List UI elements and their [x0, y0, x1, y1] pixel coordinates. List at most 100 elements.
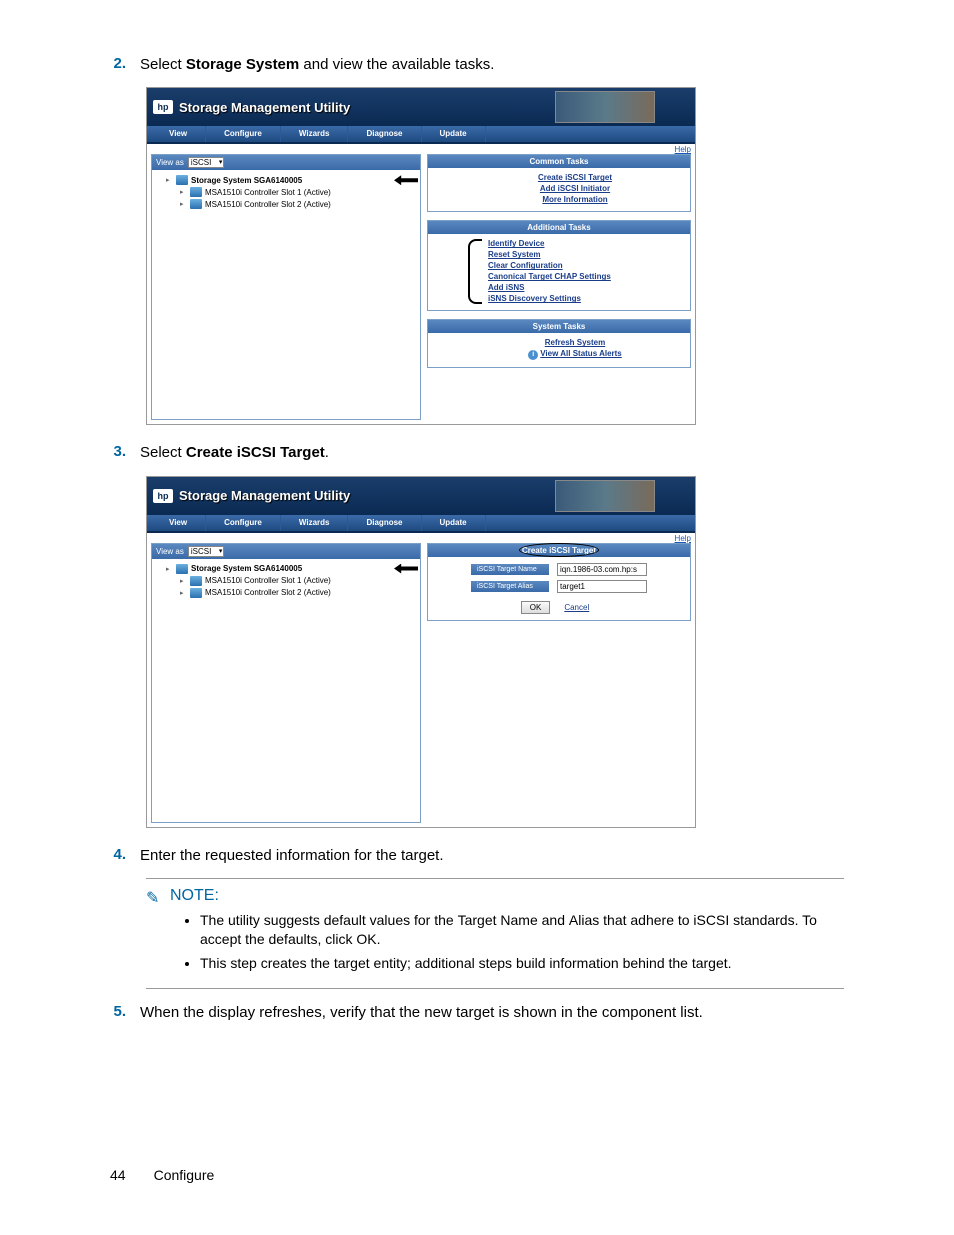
- tree-controller-2[interactable]: ▸ MSA1510i Controller Slot 2 (Active): [156, 587, 416, 599]
- row-target-alias: iSCSI Target Alias target1: [434, 580, 684, 593]
- step-number: 3.: [110, 443, 140, 463]
- step-number: 2.: [110, 55, 140, 75]
- tree-root[interactable]: ▸ Storage System SGA6140005: [156, 174, 416, 186]
- link-add-iscsi-initiator[interactable]: Add iSCSI Initiator: [468, 183, 682, 194]
- create-target-form: Create iSCSI Target iSCSI Target Name iq…: [427, 543, 691, 621]
- link-view-all-alerts[interactable]: iView All Status Alerts: [468, 348, 682, 361]
- cancel-button[interactable]: Cancel: [556, 601, 597, 614]
- section-name: Configure: [154, 1167, 215, 1183]
- expand-icon[interactable]: ▸: [180, 188, 187, 196]
- callout-bracket-icon: [468, 239, 482, 304]
- hp-logo-icon: hp: [153, 489, 173, 503]
- link-clear-configuration[interactable]: Clear Configuration: [488, 260, 682, 271]
- link-more-information[interactable]: More Information: [468, 194, 682, 205]
- page-number: 44: [110, 1167, 126, 1183]
- tree-root[interactable]: ▸ Storage System SGA6140005: [156, 563, 416, 575]
- link-identify-device[interactable]: Identify Device: [488, 238, 682, 249]
- step-text: When the display refreshes, verify that …: [140, 1003, 703, 1023]
- view-as-select[interactable]: iSCSI: [188, 546, 224, 557]
- view-as-bar: View as iSCSI: [152, 544, 420, 559]
- info-icon: i: [528, 350, 538, 360]
- link-create-iscsi-target[interactable]: Create iSCSI Target: [468, 172, 682, 183]
- tab-diagnose[interactable]: Diagnose: [348, 126, 421, 142]
- common-tasks-panel: Common Tasks Create iSCSI Target Add iSC…: [427, 154, 691, 212]
- expand-icon[interactable]: ▸: [180, 200, 187, 208]
- screenshot-tasks: hp Storage Management Utility View Confi…: [146, 87, 696, 425]
- tab-wizards[interactable]: Wizards: [281, 515, 349, 531]
- step-text: Enter the requested information for the …: [140, 846, 444, 866]
- system-icon: [176, 175, 188, 185]
- view-as-label: View as: [156, 158, 184, 167]
- callout-arrow-icon: [394, 175, 418, 185]
- panel-title: System Tasks: [428, 320, 690, 333]
- callout-arrow-icon: [394, 564, 418, 574]
- controller-icon: [190, 588, 202, 598]
- expand-icon[interactable]: ▸: [180, 577, 187, 585]
- tab-bar: View Configure Wizards Diagnose Update H…: [147, 126, 695, 144]
- controller-icon: [190, 576, 202, 586]
- screenshot-create-target: hp Storage Management Utility View Confi…: [146, 476, 696, 828]
- help-link[interactable]: Help: [675, 145, 691, 154]
- help-link[interactable]: Help: [675, 534, 691, 543]
- note-icon: [146, 888, 164, 904]
- tab-wizards[interactable]: Wizards: [281, 126, 349, 142]
- note-title: NOTE:: [170, 887, 219, 905]
- expand-icon[interactable]: ▸: [166, 565, 173, 573]
- step-3: 3. Select Create iSCSI Target.: [110, 443, 844, 463]
- page-footer: 44 Configure: [110, 1167, 214, 1183]
- link-reset-system[interactable]: Reset System: [488, 249, 682, 260]
- tree-controller-2[interactable]: ▸ MSA1510i Controller Slot 2 (Active): [156, 198, 416, 210]
- note-block: NOTE: The utility suggests default value…: [146, 878, 844, 989]
- view-as-label: View as: [156, 547, 184, 556]
- header-photo: [555, 480, 655, 512]
- tasks-pane: Common Tasks Create iSCSI Target Add iSC…: [427, 154, 691, 420]
- tab-update[interactable]: Update: [422, 515, 486, 531]
- link-refresh-system[interactable]: Refresh System: [468, 337, 682, 348]
- system-tasks-panel: System Tasks Refresh System iView All St…: [427, 319, 691, 368]
- tree-pane: View as iSCSI ▸ Storage System SGA614000…: [151, 154, 421, 420]
- app-header: hp Storage Management Utility: [147, 477, 695, 515]
- step-number: 5.: [110, 1003, 140, 1023]
- form-title: Create iSCSI Target: [428, 544, 690, 557]
- tab-configure[interactable]: Configure: [206, 515, 281, 531]
- form-pane: Create iSCSI Target iSCSI Target Name iq…: [427, 543, 691, 823]
- tab-configure[interactable]: Configure: [206, 126, 281, 142]
- additional-tasks-panel: Additional Tasks Identify Device Reset S…: [427, 220, 691, 311]
- link-isns-discovery[interactable]: iSNS Discovery Settings: [488, 293, 682, 304]
- ok-button[interactable]: OK: [521, 601, 551, 614]
- tab-view[interactable]: View: [151, 515, 206, 531]
- label-target-name: iSCSI Target Name: [471, 564, 549, 575]
- tab-update[interactable]: Update: [422, 126, 486, 142]
- panel-title: Additional Tasks: [428, 221, 690, 234]
- step-2: 2. Select Storage System and view the av…: [110, 55, 844, 75]
- link-canonical-chap[interactable]: Canonical Target CHAP Settings: [488, 271, 682, 282]
- app-title: Storage Management Utility: [179, 488, 350, 503]
- step-text: Select Create iSCSI Target.: [140, 443, 329, 463]
- app-header: hp Storage Management Utility: [147, 88, 695, 126]
- step-5: 5. When the display refreshes, verify th…: [110, 1003, 844, 1023]
- step-text: Select Storage System and view the avail…: [140, 55, 494, 75]
- step-number: 4.: [110, 846, 140, 866]
- input-target-alias[interactable]: target1: [557, 580, 647, 593]
- tree-controller-1[interactable]: ▸ MSA1510i Controller Slot 1 (Active): [156, 186, 416, 198]
- expand-icon[interactable]: ▸: [180, 589, 187, 597]
- row-target-name: iSCSI Target Name iqn.1986-03.com.hp:s: [434, 563, 684, 576]
- view-as-bar: View as iSCSI: [152, 155, 420, 170]
- system-icon: [176, 564, 188, 574]
- note-item: This step creates the target entity; add…: [200, 954, 844, 974]
- input-target-name[interactable]: iqn.1986-03.com.hp:s: [557, 563, 647, 576]
- tree-pane: View as iSCSI ▸ Storage System SGA614000…: [151, 543, 421, 823]
- link-add-isns[interactable]: Add iSNS: [488, 282, 682, 293]
- label-target-alias: iSCSI Target Alias: [471, 581, 549, 592]
- panel-title: Common Tasks: [428, 155, 690, 168]
- hp-logo-icon: hp: [153, 100, 173, 114]
- expand-icon[interactable]: ▸: [166, 176, 173, 184]
- controller-icon: [190, 187, 202, 197]
- view-as-select[interactable]: iSCSI: [188, 157, 224, 168]
- header-photo: [555, 91, 655, 123]
- tab-diagnose[interactable]: Diagnose: [348, 515, 421, 531]
- tab-bar: View Configure Wizards Diagnose Update H…: [147, 515, 695, 533]
- tree-controller-1[interactable]: ▸ MSA1510i Controller Slot 1 (Active): [156, 575, 416, 587]
- tab-view[interactable]: View: [151, 126, 206, 142]
- app-title: Storage Management Utility: [179, 100, 350, 115]
